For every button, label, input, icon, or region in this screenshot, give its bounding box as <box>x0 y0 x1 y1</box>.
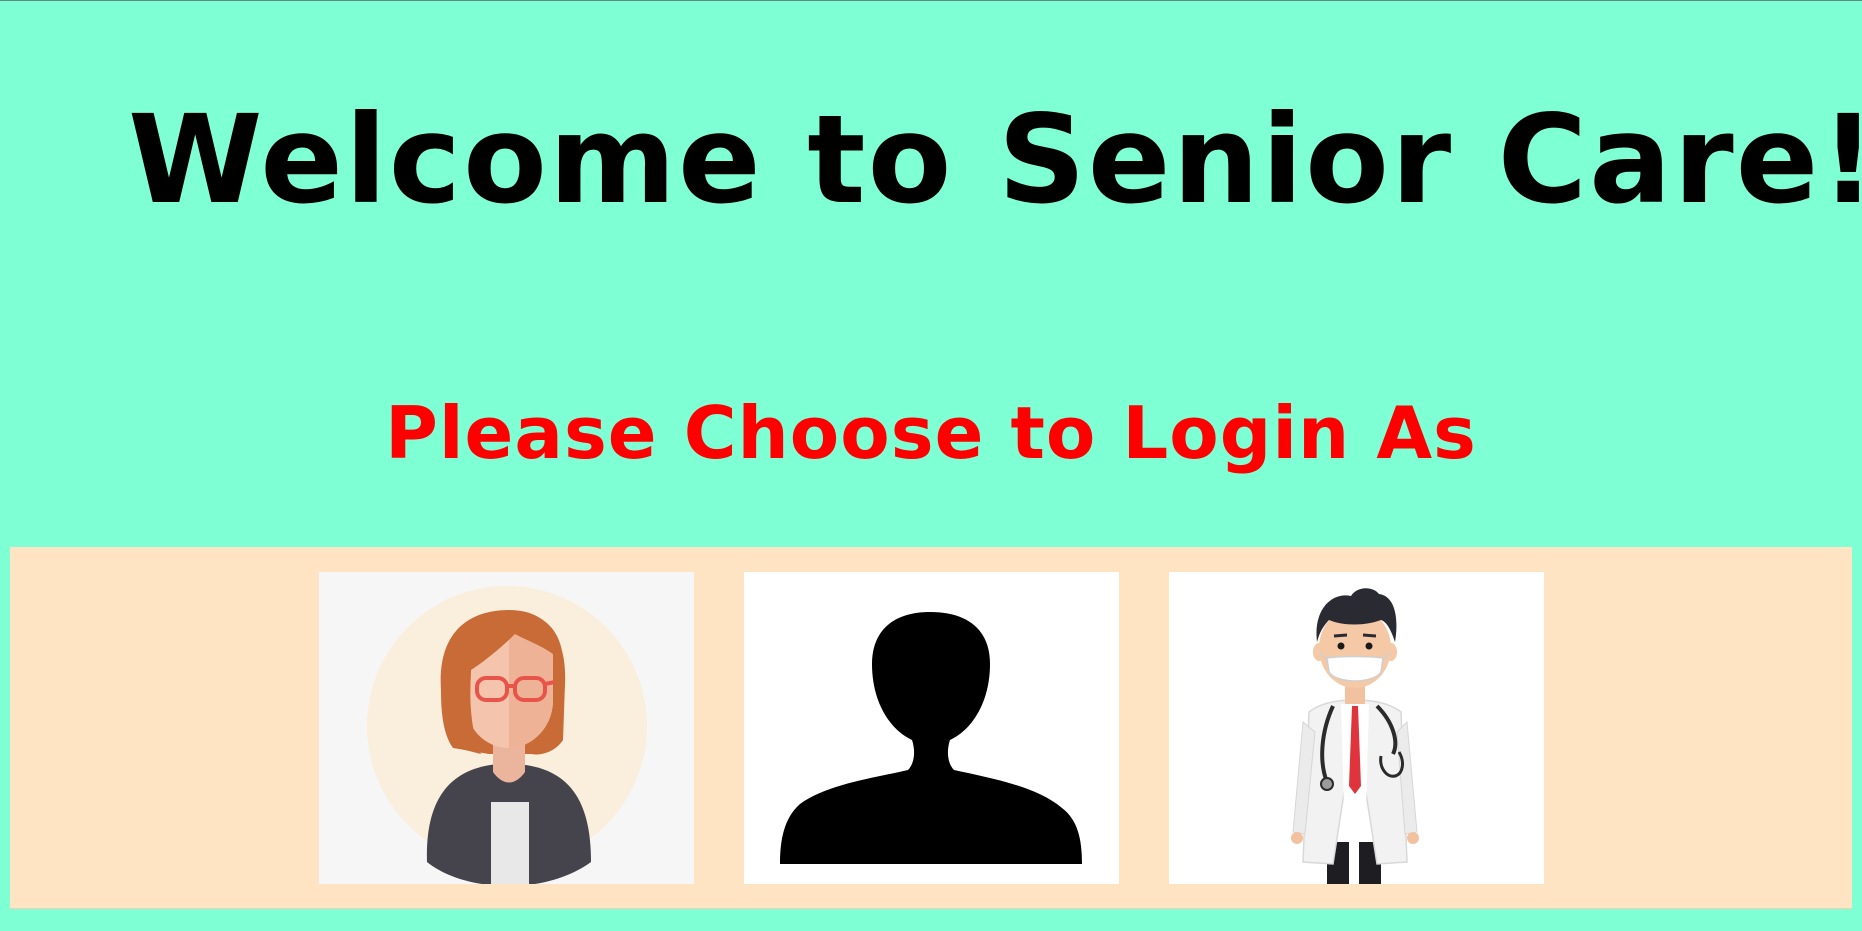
role-selection-panel: female-user-avatar-icon person-silhouett… <box>10 547 1852 909</box>
role-card-doctor[interactable]: doctor-avatar-icon <box>1169 572 1544 884</box>
role-card-caregiver[interactable]: person-silhouette-icon <box>744 572 1119 884</box>
role-card-user[interactable]: female-user-avatar-icon <box>319 572 694 884</box>
doctor-avatar-icon <box>1291 588 1419 884</box>
login-prompt: Please Choose to Login As <box>385 391 1477 475</box>
page-title: Welcome to Senior Care! <box>128 89 1862 231</box>
female-user-avatar-icon <box>367 586 647 884</box>
person-silhouette-icon <box>780 612 1082 864</box>
